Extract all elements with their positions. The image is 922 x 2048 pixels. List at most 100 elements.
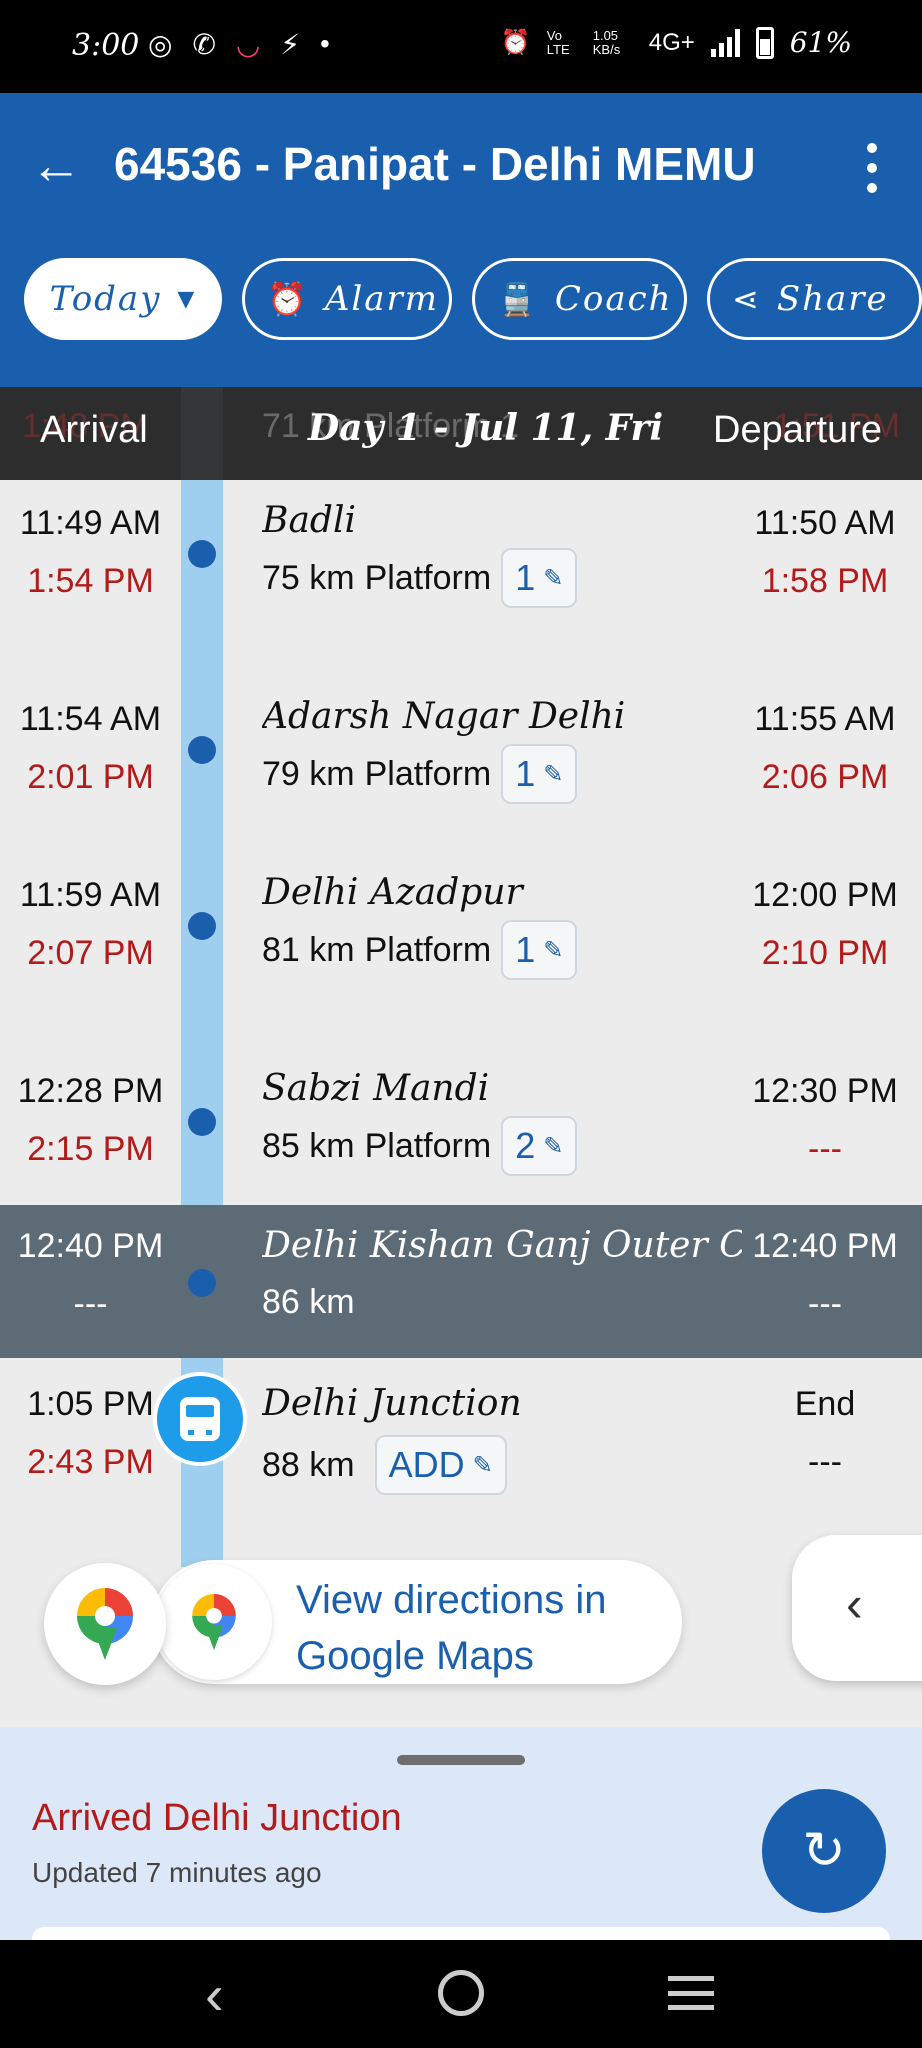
google-maps-pin-icon: [77, 1588, 133, 1660]
timetable-header: 1:48 PM 71 km Platform 1 1:51 PM Arrival…: [0, 387, 922, 480]
station-dot: [188, 736, 216, 764]
station-row[interactable]: 1:05 PM 2:43 PM Delhi Junction 88 km ADD…: [0, 1365, 922, 1535]
station-dot: [188, 540, 216, 568]
arrow-left-icon: ←: [30, 137, 82, 195]
instagram-icon: ◎: [148, 29, 173, 60]
sheet-drag-handle[interactable]: [397, 1755, 525, 1765]
date-selector-chip[interactable]: Today ▼: [24, 258, 222, 340]
station-name: Badli: [262, 500, 356, 541]
distance-km: 81 km: [262, 930, 355, 969]
distance-km: 86 km: [262, 1283, 355, 1321]
departure-scheduled: 12:40 PM: [752, 1227, 898, 1265]
station-row[interactable]: 11:59 AM 2:07 PM Delhi Azadpur 81 km Pla…: [0, 864, 922, 1054]
station-name: Delhi Kishan Ganj Outer Cabin: [262, 1225, 742, 1266]
google-maps-label: View directions in Google Maps: [296, 1578, 607, 1678]
nav-home-button[interactable]: [438, 1970, 484, 2016]
departure-column-header: Departure: [713, 409, 882, 451]
platform-edit-button[interactable]: 1 ✎: [501, 744, 578, 804]
refresh-button[interactable]: ↻: [762, 1789, 886, 1913]
station-name: Delhi Junction: [262, 1383, 522, 1424]
share-chip[interactable]: ⋖ Share: [707, 258, 922, 340]
departure-scheduled: 11:55 AM: [754, 700, 896, 738]
station-name: Sabzi Mandi: [262, 1068, 490, 1109]
status-bar: 3:00 ◎ ✆ ◡ ⚡ • ⏰ Vo LTE 1.05 KB/s 4G+ 61…: [0, 0, 922, 93]
train-position-icon: [153, 1372, 247, 1466]
distance-km: 88 km: [262, 1445, 355, 1484]
date-selector-label: Today: [49, 279, 162, 319]
arrival-scheduled: 12:28 PM: [17, 1072, 164, 1110]
station-distance: 88 km ADD ✎: [262, 1435, 507, 1495]
departure-scheduled: 12:00 PM: [752, 876, 898, 914]
swiggy-icon: ◡: [235, 29, 261, 60]
station-row[interactable]: 11:54 AM 2:01 PM Adarsh Nagar Delhi 79 k…: [0, 688, 922, 858]
page-title: 64536 - Panipat - Delhi MEMU: [114, 138, 756, 190]
net-speed: 1.05 KB/s: [592, 27, 621, 57]
back-button[interactable]: ←: [30, 138, 86, 194]
signal-icon: [710, 28, 740, 57]
station-distance: 86 km: [262, 1283, 355, 1322]
alarm-status-icon: ⏰: [500, 29, 531, 56]
dot-icon: •: [320, 28, 330, 59]
distance-km: 75 km: [262, 558, 355, 597]
more-options-button[interactable]: [862, 143, 882, 193]
alarm-chip-label: Alarm: [324, 279, 440, 319]
coach-chip[interactable]: 🚆 Coach: [472, 258, 687, 340]
station-dot: [188, 912, 216, 940]
platform-number: 2: [515, 1125, 536, 1166]
add-platform-button[interactable]: ADD ✎: [374, 1435, 507, 1495]
platform-edit-button[interactable]: 2 ✎: [501, 1116, 578, 1176]
departure-actual: ---: [808, 1285, 842, 1323]
flash-icon: ⚡: [280, 29, 301, 60]
network-type: 4G+: [648, 28, 695, 56]
status-bottom-sheet[interactable]: Arrived Delhi Junction Updated 7 minutes…: [0, 1727, 922, 1947]
station-row-current[interactable]: 12:40 PM --- Delhi Kishan Ganj Outer Cab…: [0, 1205, 922, 1358]
arrival-actual: 2:15 PM: [27, 1130, 154, 1168]
caret-down-icon: ▼: [177, 286, 197, 312]
station-row[interactable]: 12:28 PM 2:15 PM Sabzi Mandi 85 km Platf…: [0, 1060, 922, 1205]
platform-edit-button[interactable]: 1 ✎: [501, 920, 578, 980]
whatsapp-icon: ✆: [192, 29, 216, 60]
google-maps-fab[interactable]: [44, 1563, 166, 1685]
train-icon: 🚆: [497, 280, 539, 318]
departure-actual: 1:58 PM: [761, 562, 889, 600]
share-icon: ⋖: [732, 280, 761, 318]
departure-scheduled: End: [794, 1385, 856, 1423]
google-maps-directions-button[interactable]: View directions in Google Maps: [152, 1560, 682, 1684]
side-panel-toggle[interactable]: ‹: [792, 1535, 922, 1681]
volte-label: Vo LTE: [546, 27, 570, 57]
last-updated: Updated 7 minutes ago: [32, 1857, 322, 1888]
station-row[interactable]: 11:49 AM 1:54 PM Badli 75 km Platform 1 ✎…: [0, 492, 922, 682]
station-dot: [188, 1269, 216, 1297]
battery-icon: [755, 26, 774, 59]
platform-label: Platform: [364, 930, 492, 969]
station-dot: [188, 1108, 216, 1136]
arrival-status: Arrived Delhi Junction: [32, 1797, 402, 1839]
arrival-scheduled: 11:54 AM: [19, 700, 162, 738]
station-distance: 75 km Platform 1 ✎: [262, 548, 578, 608]
station-distance: 81 km Platform 1 ✎: [262, 920, 578, 980]
arrival-actual: 2:43 PM: [27, 1443, 154, 1481]
alarm-chip[interactable]: ⏰ Alarm: [242, 258, 452, 340]
departure-actual: ---: [808, 1130, 842, 1168]
departure-actual: ---: [808, 1443, 842, 1481]
platform-edit-button[interactable]: 1 ✎: [501, 548, 578, 608]
pencil-icon: ✎: [472, 1451, 493, 1479]
departure-actual: 2:06 PM: [761, 758, 889, 796]
arrival-scheduled: 12:40 PM: [17, 1227, 164, 1265]
platform-number: 1: [515, 929, 536, 970]
arrival-actual: 2:01 PM: [27, 758, 154, 796]
header-track: [181, 387, 223, 480]
station-distance: 85 km Platform 2 ✎: [262, 1116, 578, 1176]
platform-label: Platform: [364, 754, 492, 793]
notification-icons: ◎ ✆ ◡ ⚡ •: [148, 28, 330, 61]
nav-back-button[interactable]: ‹: [205, 1962, 224, 2027]
google-maps-icon: [156, 1564, 272, 1680]
day-header: Day 1 - Jul 11, Fri: [308, 407, 664, 449]
station-name: Delhi Azadpur: [262, 872, 523, 913]
station-list[interactable]: 11:49 AM 1:54 PM Badli 75 km Platform 1 ✎…: [0, 387, 922, 1727]
nav-recents-button[interactable]: [668, 1976, 714, 2010]
distance-km: 85 km: [262, 1126, 355, 1165]
platform-label: Platform: [364, 1126, 492, 1165]
system-nav-bar: ‹: [0, 1940, 922, 2048]
pencil-icon: ✎: [543, 1132, 564, 1160]
